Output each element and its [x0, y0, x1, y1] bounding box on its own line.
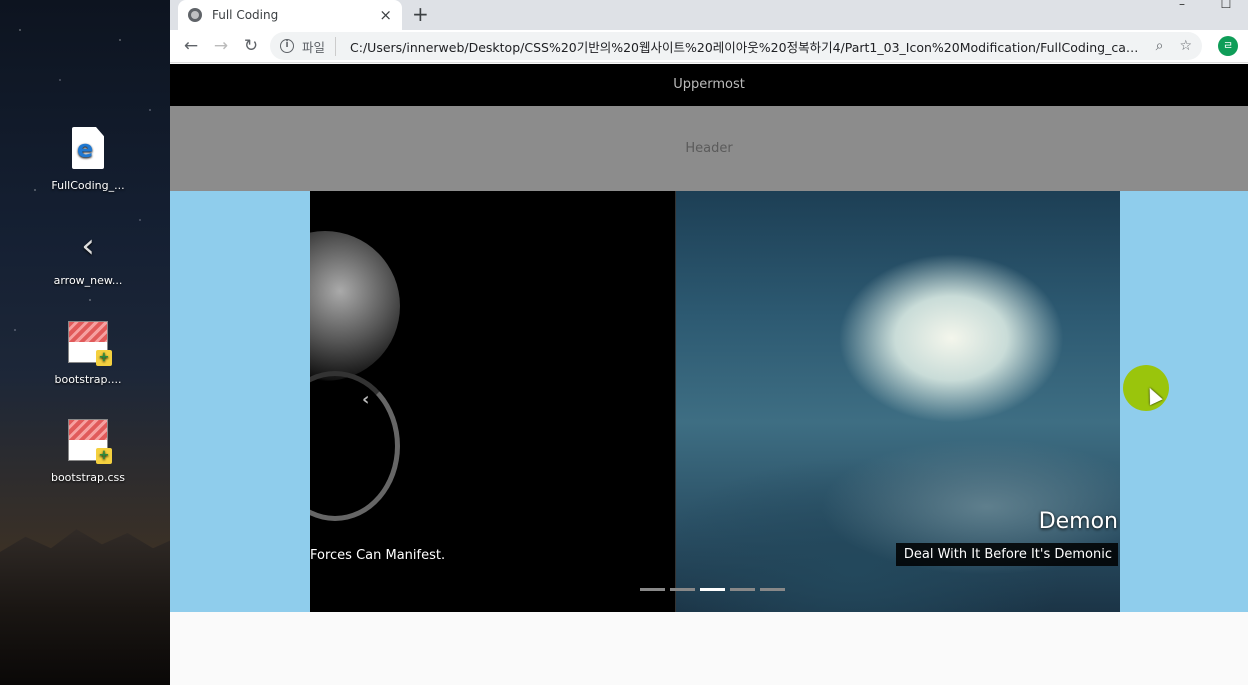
desktop-icon-label: bootstrap.css — [50, 471, 126, 484]
carousel-indicators — [640, 588, 785, 591]
maximize-button[interactable]: ☐ — [1204, 0, 1248, 12]
slide-image-ring — [310, 371, 400, 521]
carousel-slide-active: Demon Deal With It Before It's Demonic — [675, 191, 1120, 612]
scheme-label: 파일 — [302, 36, 337, 56]
desktop-icon-label: bootstrap.... — [54, 373, 122, 386]
desktop-icon-arrow-new[interactable]: ‹ arrow_new... — [38, 222, 138, 287]
desktop-icon-bootstrap-min[interactable]: + bootstrap.... — [38, 318, 138, 386]
desktop-icon-fullcoding[interactable]: e FullCoding_... — [38, 124, 138, 192]
web-page: Uppermost Header ‹ Forces Can Manifest. … — [170, 64, 1248, 685]
notepad-file-icon: + — [64, 419, 112, 467]
carousel-section: ‹ Forces Can Manifest. Demon Deal With I… — [170, 191, 1248, 612]
forward-button[interactable]: → — [206, 36, 236, 56]
tab-title: Full Coding — [212, 8, 279, 22]
carousel-caption-subtitle: Deal With It Before It's Demonic — [895, 543, 1118, 566]
notepad-file-icon: + — [64, 321, 112, 369]
tab-strip: Full Coding × + – ☐ — [170, 0, 1248, 30]
bookmark-star-icon[interactable]: ☆ — [1179, 38, 1192, 54]
browser-window: Full Coding × + – ☐ ← → ↻ i 파일 C:/Users/… — [170, 0, 1248, 685]
address-bar[interactable]: i 파일 C:/Users/innerweb/Desktop/CSS%20기반의… — [270, 32, 1202, 60]
page-header: Header — [170, 106, 1248, 191]
carousel-caption-title: Demon — [1038, 509, 1118, 534]
carousel-slide-previous: ‹ Forces Can Manifest. — [310, 191, 675, 612]
uppermost-bar: Uppermost — [170, 64, 1248, 106]
desktop-icon-label: FullCoding_... — [51, 179, 125, 192]
reload-button[interactable]: ↻ — [236, 36, 266, 56]
edge-html-file-icon: e — [64, 127, 112, 175]
back-button[interactable]: ← — [176, 36, 206, 56]
new-tab-button[interactable]: + — [412, 2, 429, 26]
globe-icon — [188, 8, 202, 22]
carousel-caption-fragment: Forces Can Manifest. — [310, 548, 446, 563]
desktop: e FullCoding_... ‹ arrow_new... + bootst… — [0, 0, 170, 685]
carousel: ‹ Forces Can Manifest. Demon Deal With I… — [310, 191, 1120, 612]
window-controls: – ☐ — [1160, 0, 1248, 12]
tab-close-icon[interactable]: × — [379, 6, 392, 24]
carousel-indicator[interactable] — [670, 588, 695, 591]
carousel-indicator[interactable] — [730, 588, 755, 591]
slide-image-shape — [310, 231, 400, 381]
desktop-icon-bootstrap-css[interactable]: + bootstrap.css — [38, 416, 138, 484]
carousel-prev-icon[interactable]: ‹ — [362, 389, 369, 410]
url-text[interactable]: C:/Users/innerweb/Desktop/CSS%20기반의%20웹사… — [350, 37, 1140, 56]
profile-avatar[interactable]: ㄹ — [1218, 36, 1238, 56]
zoom-icon[interactable]: ⌕ — [1156, 38, 1164, 54]
carousel-indicator[interactable] — [700, 588, 725, 591]
carousel-indicator[interactable] — [640, 588, 665, 591]
desktop-icon-label: arrow_new... — [53, 274, 123, 287]
info-icon[interactable]: i — [280, 39, 294, 53]
arrow-image-icon: ‹ — [81, 226, 95, 266]
minimize-button[interactable]: – — [1160, 0, 1204, 12]
browser-toolbar: ← → ↻ i 파일 C:/Users/innerweb/Desktop/CSS… — [170, 30, 1248, 63]
carousel-indicator[interactable] — [760, 588, 785, 591]
tab-full-coding[interactable]: Full Coding × — [178, 0, 402, 30]
